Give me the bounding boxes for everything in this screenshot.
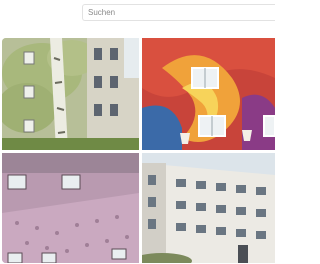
image-gallery (0, 36, 275, 264)
photo-icon-tree-mural (2, 38, 139, 150)
photo-icon-white-building (142, 153, 275, 263)
gallery-image-patterned-facade[interactable] (2, 153, 139, 263)
gallery-image-white-building[interactable] (142, 153, 275, 263)
page (0, 0, 275, 264)
search-bar[interactable] (82, 4, 275, 21)
gallery-image-tree-mural[interactable] (2, 38, 139, 150)
photo-icon-colorful-mural (142, 38, 275, 150)
search-input[interactable] (83, 5, 275, 20)
photo-icon-patterned-facade (2, 153, 139, 263)
gallery-image-colorful-mural[interactable] (142, 38, 275, 150)
